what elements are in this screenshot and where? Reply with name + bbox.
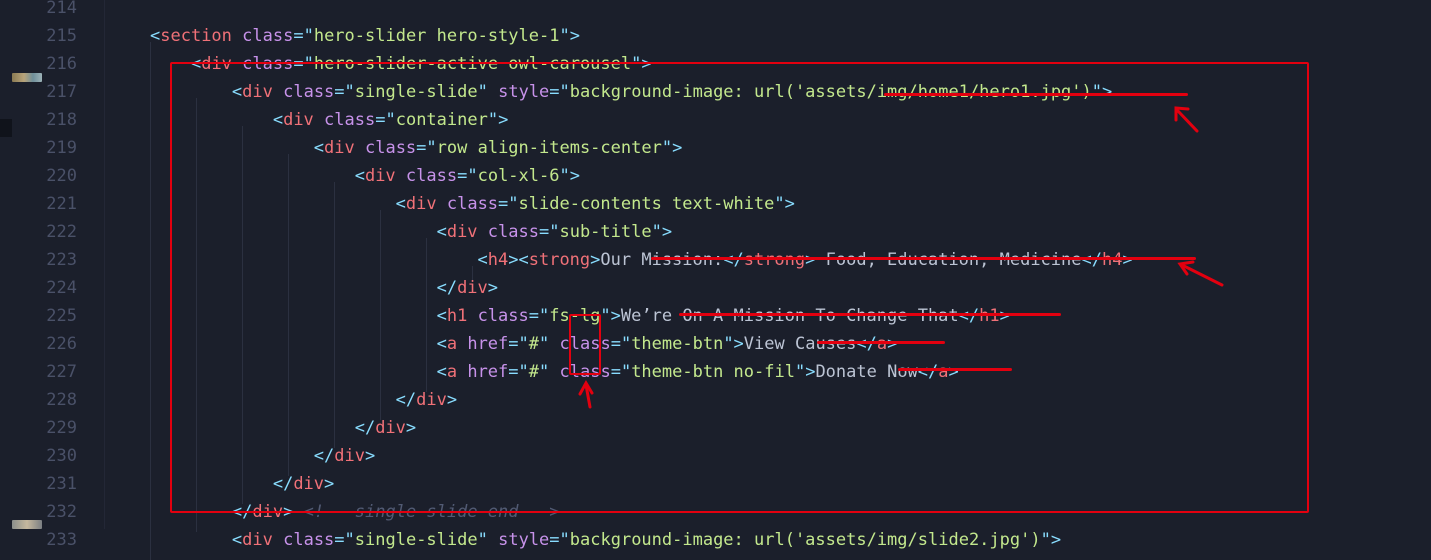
code-token: single-slide xyxy=(354,530,478,550)
code-token: background-image: url('assets/img/slide2… xyxy=(569,530,1041,550)
annotation-arrows xyxy=(578,106,1224,409)
line-number: 233 xyxy=(46,530,77,550)
code-token: =" xyxy=(549,530,570,550)
code-token: =" xyxy=(334,530,355,550)
code-token: "> xyxy=(1040,530,1062,550)
line-source: <div class="single-slide" style="backgro… xyxy=(150,526,1061,554)
code-line[interactable]: 233 <div class="single-slide" style="bac… xyxy=(0,526,1431,554)
code-token: style xyxy=(498,530,550,550)
code-token: < xyxy=(231,530,243,550)
code-token: div xyxy=(242,530,273,550)
code-token: class xyxy=(283,530,335,550)
code-token: " xyxy=(477,530,488,550)
